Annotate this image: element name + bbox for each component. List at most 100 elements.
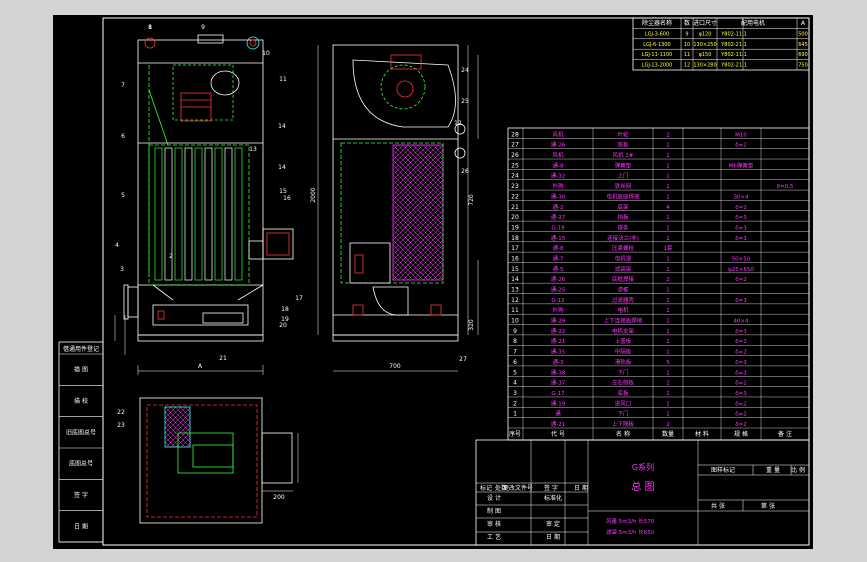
sheet-number: 第 张	[761, 502, 775, 510]
bom-cell: G-17	[551, 391, 565, 397]
left-block-row: 底图总号	[69, 460, 93, 468]
callout-21: 21	[219, 355, 227, 362]
bom-cell: 10	[511, 318, 519, 325]
bom-cell: 通-8	[553, 244, 564, 252]
bom-cell: 12	[511, 297, 519, 304]
left-block-row: 旧底图总号	[66, 428, 96, 436]
bom-cell: 底板	[617, 389, 629, 397]
title-row-label: 审 核	[487, 520, 501, 528]
top-view	[139, 397, 299, 524]
bom-cell: δ=3	[735, 236, 747, 242]
bom-cell: 1	[666, 184, 670, 190]
bom-cell: δ=2	[735, 401, 746, 407]
top-table-cell: 12	[684, 63, 690, 69]
bom-cell: 2	[666, 132, 670, 138]
bom-cell: 25	[511, 162, 519, 169]
bom-cell: δ=3	[735, 329, 747, 335]
top-table: 除尘器名称数进口尺寸 配用电机 ALGJ-3-600 9 φ120 Y802-1 1.1 50…	[632, 17, 810, 71]
bom-cell: 风机	[552, 151, 564, 159]
bom-cell: 1	[666, 174, 670, 180]
callout-24: 24	[461, 67, 469, 74]
top-table-header: 数	[684, 19, 690, 27]
top-table-cell: 130×280	[693, 63, 716, 69]
bom-cell: 4	[513, 380, 517, 387]
top-table-cell: LGJ-13-2000	[642, 63, 673, 69]
bom-cell: 上门	[617, 172, 628, 180]
bom-cell: δ=2	[735, 339, 746, 345]
bom-cell: 通-25	[551, 286, 566, 294]
title-left-label: 签 字	[544, 484, 558, 492]
callout-17: 17	[295, 295, 303, 302]
bom-cell: 下门	[617, 410, 628, 418]
bom-cell: 撑条	[617, 223, 629, 231]
bom-cell: 1	[666, 256, 670, 262]
bom-cell: 1	[666, 329, 670, 335]
bom-cell: 左右侧板	[612, 379, 635, 387]
left-block-row: 签 字	[74, 491, 88, 499]
bom-cell: 1	[666, 194, 670, 200]
top-table-cell: φ120	[699, 31, 712, 37]
bom-cell: 5	[513, 369, 517, 376]
bom-cell: 6	[513, 359, 517, 366]
bom-cell: 通	[555, 410, 561, 418]
bom-cell: 滑轨板	[615, 358, 632, 366]
bom-cell: M6弹簧垫	[729, 161, 754, 169]
top-table-cell: 645	[798, 42, 808, 48]
callout-22: 22	[117, 409, 125, 416]
callout-3: 3	[120, 266, 124, 273]
bom-cell: 滤框	[617, 286, 629, 294]
bom-cell: 通-21	[551, 337, 565, 345]
bom-cell: 通-35	[551, 348, 566, 356]
bom-cell: 50×50	[732, 256, 751, 262]
bom-cell: 下门	[617, 368, 628, 376]
bom-cell: 20	[511, 214, 519, 221]
front-view	[114, 34, 294, 375]
bom-cell: 1	[666, 163, 670, 169]
bom-cell: δ=3	[735, 225, 747, 231]
title-left-label: 标记	[480, 484, 492, 492]
bom-cell: G-19	[551, 225, 565, 231]
dim-height: 2000	[310, 187, 317, 202]
note-1: 风量 5m3/h 长570	[606, 517, 655, 525]
engineering-drawing: 借通用件登记 描 图描 校旧底图总号底图总号签 字日 期 A 700 2000 …	[58, 17, 810, 546]
bom-cell: 24	[511, 173, 519, 180]
bom-cell: δ=3	[735, 215, 747, 221]
bom-header: 材 料	[695, 430, 709, 438]
bom-cell: 连接法兰(非)	[607, 234, 639, 242]
bom-cell: 通-29	[551, 317, 566, 325]
bom-cell: 通-26	[551, 275, 566, 283]
bom-cell: 上盖板	[615, 337, 632, 345]
top-table-cell: φ150	[699, 52, 712, 58]
bom-cell: 通-5	[553, 265, 564, 273]
title-mid-label: 标准化	[544, 494, 562, 502]
callout-8: 8	[148, 24, 152, 31]
bom-cell: 底框焊接	[612, 275, 635, 283]
top-table-cell: 690	[798, 52, 808, 58]
callout-2: 2	[169, 253, 173, 260]
left-registration-block: 借通用件登记 描 图描 校旧底图总号底图总号签 字日 期	[58, 341, 104, 543]
bom-cell: 7	[513, 349, 517, 356]
bom-cell: 1	[666, 153, 670, 159]
bom-cell: 11	[511, 307, 519, 314]
bom-header: 名 称	[616, 430, 630, 438]
bom-cell: 1	[666, 308, 670, 314]
bom-cell: 挡板	[617, 213, 629, 221]
top-table-cell: Y802-1	[720, 52, 739, 58]
drawing-border	[102, 17, 810, 546]
bom-cell: 1	[666, 339, 670, 345]
callout-13: 13	[249, 146, 257, 153]
left-block-title: 借通用件登记	[63, 345, 99, 353]
bom-cell: 26	[511, 152, 519, 159]
bom-cell: 进风口	[615, 399, 632, 407]
note-2: 滤袋 5m3/h 长650	[606, 528, 655, 536]
bom-cell: 1	[666, 236, 670, 242]
bom-cell: 1套	[664, 244, 673, 252]
top-table-header: A	[801, 20, 806, 27]
top-table-cell: LGJ-6-1300	[643, 42, 670, 48]
top-table-cell: Y802-1	[720, 31, 739, 37]
callout-10: 10	[262, 50, 270, 57]
bom-cell: M10	[735, 132, 747, 138]
bom-cell: 18	[511, 235, 519, 242]
bom-header: 数量	[662, 430, 674, 438]
bom-cell: 2	[666, 381, 670, 387]
